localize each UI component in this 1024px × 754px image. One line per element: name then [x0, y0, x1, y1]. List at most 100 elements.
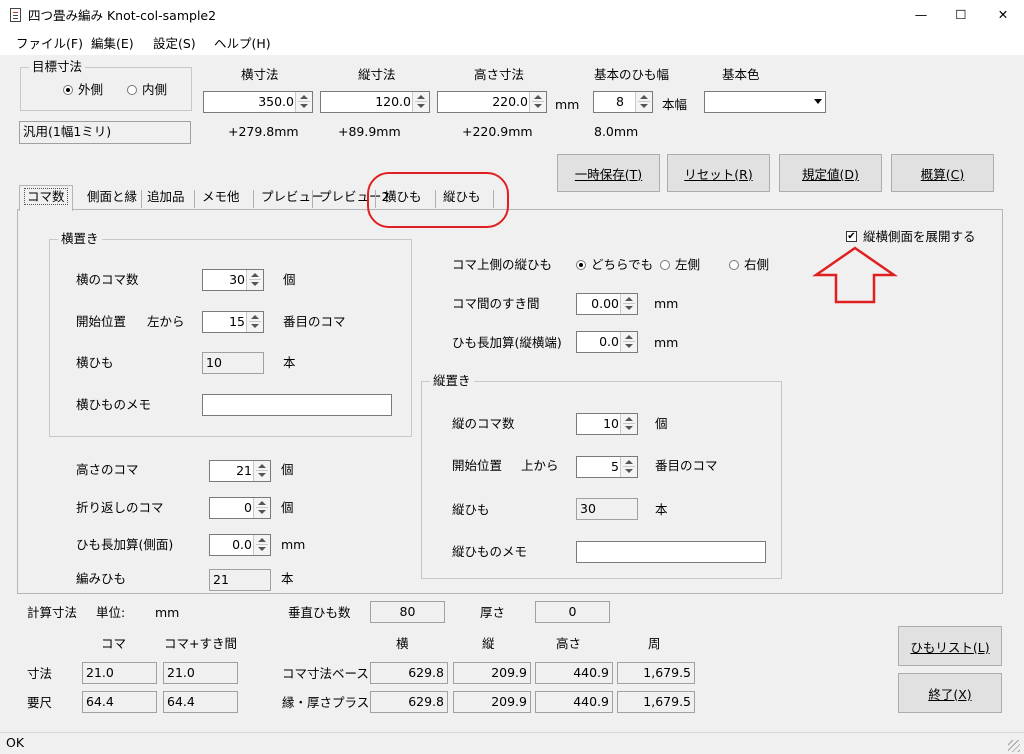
- h-count-stepper[interactable]: 30: [202, 269, 264, 291]
- scale-row-label: 要尺: [27, 695, 53, 710]
- v-memo-input[interactable]: [576, 541, 766, 563]
- scale-koma-gap: 64.4: [163, 691, 238, 713]
- calc-width: +279.8mm: [228, 124, 299, 139]
- calc-unit-label: 単位:: [96, 605, 126, 620]
- h-start-unit: 番目のコマ: [283, 314, 346, 329]
- v-start-stepper[interactable]: 5: [576, 456, 638, 478]
- side-extra-label: ひも長加算(側面): [76, 537, 174, 552]
- height-koma-unit: 個: [281, 462, 294, 477]
- v-count-label: 縦のコマ数: [452, 416, 515, 431]
- resize-grip[interactable]: [1008, 740, 1020, 752]
- v-start-dir: 上から: [521, 458, 559, 473]
- h-memo-label: 横ひものメモ: [76, 397, 152, 412]
- calc-height: +220.9mm: [462, 124, 533, 139]
- weave-band-unit: 本: [281, 571, 294, 586]
- plus-depth: 209.9: [453, 691, 531, 713]
- col-depth-header: 縦: [482, 636, 495, 651]
- default-button[interactable]: 規定値(D): [779, 154, 882, 192]
- h-count-unit: 個: [283, 272, 296, 287]
- minimize-icon[interactable]: —: [906, 7, 936, 23]
- vertical-count-value: 80: [370, 601, 445, 623]
- h-start-dir: 左から: [147, 314, 185, 329]
- edge-extra-stepper[interactable]: 0.0: [576, 331, 638, 353]
- radio-right[interactable]: 右側: [729, 257, 769, 273]
- radio-left[interactable]: 左側: [660, 257, 700, 273]
- vertical-title: 縦置き: [430, 373, 474, 389]
- base-perimeter: 1,679.5: [617, 662, 695, 684]
- tab-memo[interactable]: メモ他: [198, 186, 244, 210]
- temp-save-button[interactable]: 一時保存(T): [557, 154, 660, 192]
- weave-band-label: 編みひも: [76, 571, 127, 586]
- reset-button[interactable]: リセット(R): [667, 154, 770, 192]
- h-band-label: 横ひも: [76, 355, 114, 370]
- radio-either[interactable]: どちらでも: [576, 257, 653, 273]
- status-bar: [0, 732, 1024, 754]
- gap-stepper[interactable]: 0.00: [576, 293, 638, 315]
- color-select[interactable]: [704, 91, 826, 113]
- calc-band: 8.0mm: [594, 124, 639, 139]
- col-height-header: 高さ: [556, 636, 582, 651]
- size-koma: 21.0: [82, 662, 157, 684]
- close-icon[interactable]: ✕: [988, 7, 1018, 23]
- radio-outer-dot: [63, 84, 73, 95]
- plus-width: 629.8: [370, 691, 448, 713]
- width-label: 横寸法: [241, 67, 279, 82]
- h-start-stepper[interactable]: 15: [202, 311, 264, 333]
- menu-file[interactable]: ファイル(F): [16, 36, 83, 52]
- thickness-label: 厚さ: [480, 605, 506, 620]
- plus-height: 440.9: [535, 691, 613, 713]
- fold-koma-stepper[interactable]: 0: [209, 497, 271, 519]
- base-height: 440.9: [535, 662, 613, 684]
- band-list-button[interactable]: ひもリスト(L): [898, 626, 1002, 666]
- tab-koma-count[interactable]: コマ数: [19, 185, 73, 211]
- exit-button[interactable]: 終了(X): [898, 673, 1002, 713]
- radio-left-dot: [660, 259, 670, 270]
- koma-header: コマ: [101, 636, 127, 651]
- h-count-label: 横のコマ数: [76, 272, 139, 287]
- top-side-label: コマ上側の縦ひも: [452, 257, 553, 272]
- menu-help[interactable]: ヘルプ(H): [214, 36, 271, 52]
- radio-outer-label: 外側: [78, 82, 104, 97]
- height-koma-label: 高さのコマ: [76, 462, 139, 477]
- weave-band-value: 21: [209, 569, 271, 591]
- height-stepper[interactable]: 220.0: [437, 91, 547, 113]
- radio-left-label: 左側: [675, 257, 701, 272]
- tab-side[interactable]: 側面と縁: [83, 186, 141, 210]
- vertical-count-label: 垂直ひも数: [288, 605, 351, 620]
- menu-edit[interactable]: 編集(E): [91, 36, 134, 52]
- mm-unit: mm: [555, 97, 580, 112]
- status-text: OK: [6, 735, 25, 750]
- menu-settings[interactable]: 設定(S): [153, 36, 196, 52]
- fold-koma-label: 折り返しのコマ: [76, 500, 164, 515]
- band-stepper[interactable]: 8: [593, 91, 653, 113]
- preset-display: 汎用(1幅1ミリ): [19, 121, 191, 144]
- koma-gap-header: コマ+すき間: [164, 636, 237, 651]
- h-memo-input[interactable]: [202, 394, 392, 416]
- expand-checkbox[interactable]: ✔: [846, 231, 857, 242]
- side-extra-stepper[interactable]: 0.0: [209, 534, 271, 556]
- radio-inner[interactable]: 内側: [127, 82, 167, 98]
- radio-outer[interactable]: 外側: [63, 82, 103, 98]
- app-icon: [10, 8, 21, 22]
- estimate-button[interactable]: 概算(C): [891, 154, 994, 192]
- horizontal-title: 横置き: [58, 231, 102, 247]
- base-depth: 209.9: [453, 662, 531, 684]
- plus-row-label: 縁・厚さプラス: [282, 695, 370, 710]
- tab-additions[interactable]: 追加品: [143, 186, 189, 210]
- radio-right-dot: [729, 259, 739, 270]
- maximize-icon[interactable]: ☐: [946, 7, 976, 23]
- col-perimeter-header: 周: [648, 636, 661, 651]
- h-band-value: 10: [202, 352, 264, 374]
- depth-stepper[interactable]: 120.0: [320, 91, 430, 113]
- plus-perimeter: 1,679.5: [617, 691, 695, 713]
- radio-inner-dot: [127, 84, 137, 95]
- arrow-up-icon: [811, 246, 899, 304]
- radio-either-dot: [576, 259, 586, 270]
- gap-unit: mm: [654, 296, 679, 311]
- radio-right-label: 右側: [744, 257, 770, 272]
- depth-label: 縦寸法: [358, 67, 396, 82]
- v-count-stepper[interactable]: 10: [576, 413, 638, 435]
- width-stepper[interactable]: 350.0: [203, 91, 313, 113]
- h-start-label: 開始位置: [76, 314, 127, 329]
- height-koma-stepper[interactable]: 21: [209, 460, 271, 482]
